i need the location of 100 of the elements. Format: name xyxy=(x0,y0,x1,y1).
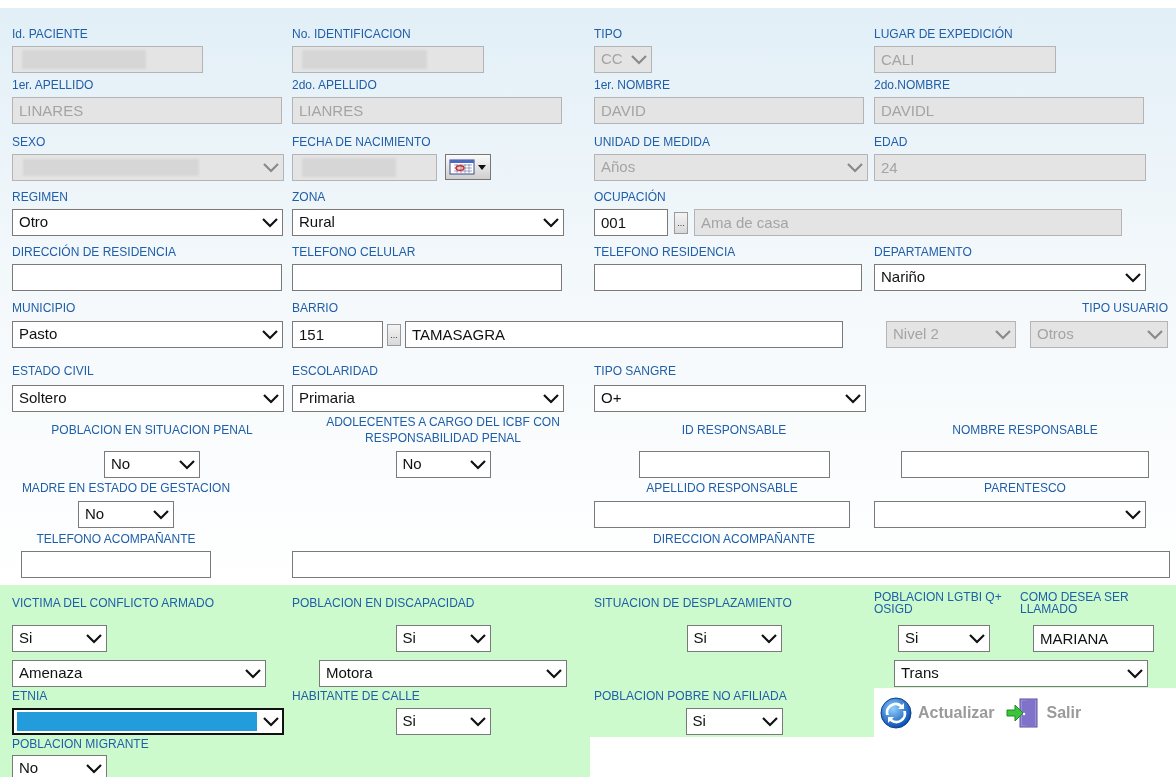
ellipsis-button[interactable]: ... xyxy=(387,323,401,346)
field-label: POBLACION LGTBI Q+ OSIGD xyxy=(874,591,1003,615)
field-label: HABITANTE DE CALLE xyxy=(292,688,420,704)
chevron-down-icon xyxy=(86,763,102,774)
refresh-icon xyxy=(880,696,912,729)
field-label: TIPO xyxy=(594,25,622,42)
dropdown[interactable]: Si xyxy=(12,625,107,652)
field-label: EDAD xyxy=(874,133,908,150)
dropdown[interactable]: Nariño xyxy=(874,264,1146,291)
text-field[interactable]: MARIANA xyxy=(1033,625,1154,652)
dropdown[interactable]: Amenaza xyxy=(12,660,266,687)
dropdown[interactable]: O+ xyxy=(594,385,866,412)
chevron-down-icon xyxy=(469,633,486,644)
text-field[interactable]: 151 xyxy=(292,321,383,348)
field-label: SITUACION DE DESPLAZAMIENTO xyxy=(594,595,792,611)
field-label: ESCOLARIDAD xyxy=(292,363,379,379)
field-label: 1er. APELLIDO xyxy=(12,76,94,93)
ellipsis-button[interactable]: ... xyxy=(674,211,688,234)
chevron-down-icon xyxy=(245,668,261,679)
field-label: Id. PACIENTE xyxy=(12,25,88,42)
text-field[interactable] xyxy=(594,501,850,528)
chevron-down-icon xyxy=(263,162,279,173)
dropdown[interactable]: Primaria xyxy=(292,385,564,412)
chevron-down-icon xyxy=(263,716,279,727)
text-field[interactable] xyxy=(594,264,862,291)
field-label: REGIMEN xyxy=(12,188,68,205)
text-field[interactable]: TAMASAGRA xyxy=(405,321,843,348)
field-label: ESTADO CIVIL xyxy=(12,363,94,379)
field-label: COMO DESEA SER LLAMADO xyxy=(1020,591,1130,615)
chevron-down-icon xyxy=(631,54,647,65)
chevron-down-icon xyxy=(845,393,861,404)
dropdown[interactable]: No xyxy=(78,501,174,528)
chevron-down-icon xyxy=(469,459,486,470)
exit-door-icon xyxy=(1006,696,1041,729)
field-label: DEPARTAMENTO xyxy=(874,243,972,260)
dropdown[interactable]: Si xyxy=(395,625,491,652)
field-label: BARRIO xyxy=(292,300,338,316)
dropdown[interactable]: Si xyxy=(686,625,782,652)
caret-icon xyxy=(478,165,486,170)
text-field[interactable] xyxy=(21,551,211,578)
calendar-button[interactable] xyxy=(445,154,491,180)
field-label: 2do.NOMBRE xyxy=(874,76,951,93)
text-field[interactable]: 001 xyxy=(594,209,668,236)
text-field[interactable] xyxy=(292,551,1170,578)
dropdown[interactable]: Si xyxy=(685,708,783,735)
field-label: No. IDENTIFICACION xyxy=(292,25,411,42)
field-label: OCUPACIÓN xyxy=(594,188,666,205)
chevron-down-icon xyxy=(1125,509,1141,520)
field-label: ETNIA xyxy=(12,688,48,704)
dropdown[interactable] xyxy=(12,708,284,735)
field-label: UNIDAD DE MEDIDA xyxy=(594,133,710,150)
chevron-down-icon xyxy=(86,633,102,644)
text-field[interactable] xyxy=(292,264,562,291)
field-label: MADRE EN ESTADO DE GESTACION xyxy=(21,479,231,496)
field-label: TELEFONO RESIDENCIA xyxy=(594,243,736,260)
dropdown[interactable]: Motora xyxy=(319,660,567,687)
chevron-down-icon xyxy=(262,217,278,228)
field-label: TIPO SANGRE xyxy=(594,363,676,379)
field-label: FECHA DE NACIMIENTO xyxy=(292,133,431,150)
field-label: ZONA xyxy=(292,188,326,205)
field-label: DIRECCIÓN DE RESIDENCIA xyxy=(12,243,177,260)
text-field[interactable] xyxy=(12,264,282,291)
field-label: LUGAR DE EXPEDICIÓN xyxy=(874,25,1013,42)
chevron-down-icon xyxy=(995,329,1011,340)
field-label: TELEFONO CELULAR xyxy=(292,243,416,260)
field-label: SEXO xyxy=(12,133,46,150)
chevron-down-icon xyxy=(543,217,559,228)
dropdown[interactable]: Otro xyxy=(12,209,283,236)
chevron-down-icon xyxy=(1125,272,1141,283)
dropdown[interactable]: Si xyxy=(898,625,990,652)
field-label: DIRECCION ACOMPAÑANTE xyxy=(653,530,815,547)
dropdown[interactable]: Trans xyxy=(894,660,1148,687)
chevron-down-icon xyxy=(179,459,195,470)
calendar-icon xyxy=(449,159,475,175)
field-label: VICTIMA DEL CONFLICTO ARMADO xyxy=(12,595,215,611)
dropdown[interactable]: Rural xyxy=(292,209,564,236)
field-label: ADOLECENTES A CARGO DEL ICBF CON RESPONSABILIDAD PENAL xyxy=(325,414,561,446)
field-label: 2do. APELLIDO xyxy=(292,76,377,93)
chevron-down-icon xyxy=(543,393,559,404)
chevron-down-icon xyxy=(263,393,279,404)
chevron-down-icon xyxy=(469,716,486,727)
field-label: POBLACION POBRE NO AFILIADA xyxy=(594,688,787,704)
chevron-down-icon xyxy=(847,162,863,173)
chevron-down-icon xyxy=(761,716,778,727)
field-label: ID RESPONSABLE xyxy=(681,422,787,438)
chevron-down-icon xyxy=(760,633,777,644)
dropdown[interactable]: No xyxy=(104,451,200,478)
chevron-down-icon xyxy=(153,509,169,520)
dropdown[interactable]: No xyxy=(12,755,107,777)
field-label: POBLACION EN SITUACION PENAL xyxy=(51,422,253,438)
field-label: MUNICIPIO xyxy=(12,300,76,316)
chevron-down-icon xyxy=(262,329,278,340)
dropdown[interactable]: Soltero xyxy=(12,385,284,412)
text-field[interactable] xyxy=(901,451,1149,478)
chevron-down-icon xyxy=(969,633,985,644)
dropdown[interactable]: Pasto xyxy=(12,321,283,348)
field-label: NOMBRE RESPONSABLE xyxy=(952,422,1098,438)
text-field[interactable] xyxy=(638,451,830,478)
dropdown[interactable]: Si xyxy=(395,708,491,735)
dropdown[interactable]: No xyxy=(395,451,491,478)
